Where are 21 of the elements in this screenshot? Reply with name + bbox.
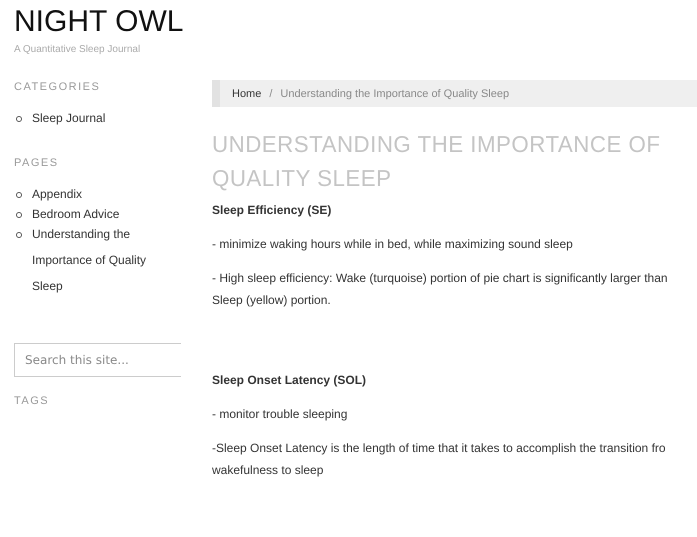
paragraph: - monitor trouble sleeping [212, 406, 348, 423]
paragraph: - minimize waking hours while in bed, while maximizing sound sleep [212, 236, 574, 253]
paragraph: -Sleep Onset Latency is the length of time that it takes to accomplish the transition fro wakefulness to sleep [212, 440, 667, 479]
sidebar-heading: TAGS [14, 395, 50, 407]
bullet-icon [16, 212, 22, 218]
sidebar-heading: CATEGORIES [14, 81, 102, 93]
paragraph: - High sleep efficiency: Wake (turquoise) portion of pie chart is significantly larger than Sleep (yellow) portion. [212, 270, 669, 309]
breadcrumb-current: Understanding the Importance of Quality Sleep [280, 88, 510, 100]
section-heading: Sleep Onset Latency (SOL) [212, 372, 368, 389]
bullet-icon [16, 232, 22, 238]
article-title: UNDERSTANDING THE IMPORTANCE OF QUALITY SLEEP [212, 130, 662, 193]
bullet-icon [16, 116, 22, 122]
sidebar-link[interactable]: Sleep Journal [32, 105, 106, 131]
search-field[interactable]: Search this site... [14, 343, 181, 377]
site-title[interactable]: NIGHT OWL [14, 2, 184, 42]
bullet-icon [16, 192, 22, 198]
section-heading: Sleep Efficiency (SE) [212, 202, 332, 219]
site-tagline: A Quantitative Sleep Journal [14, 44, 142, 55]
sidebar-heading: PAGES [14, 157, 60, 169]
breadcrumb-separator: / [269, 88, 272, 100]
breadcrumb-link[interactable]: Home [232, 88, 262, 100]
